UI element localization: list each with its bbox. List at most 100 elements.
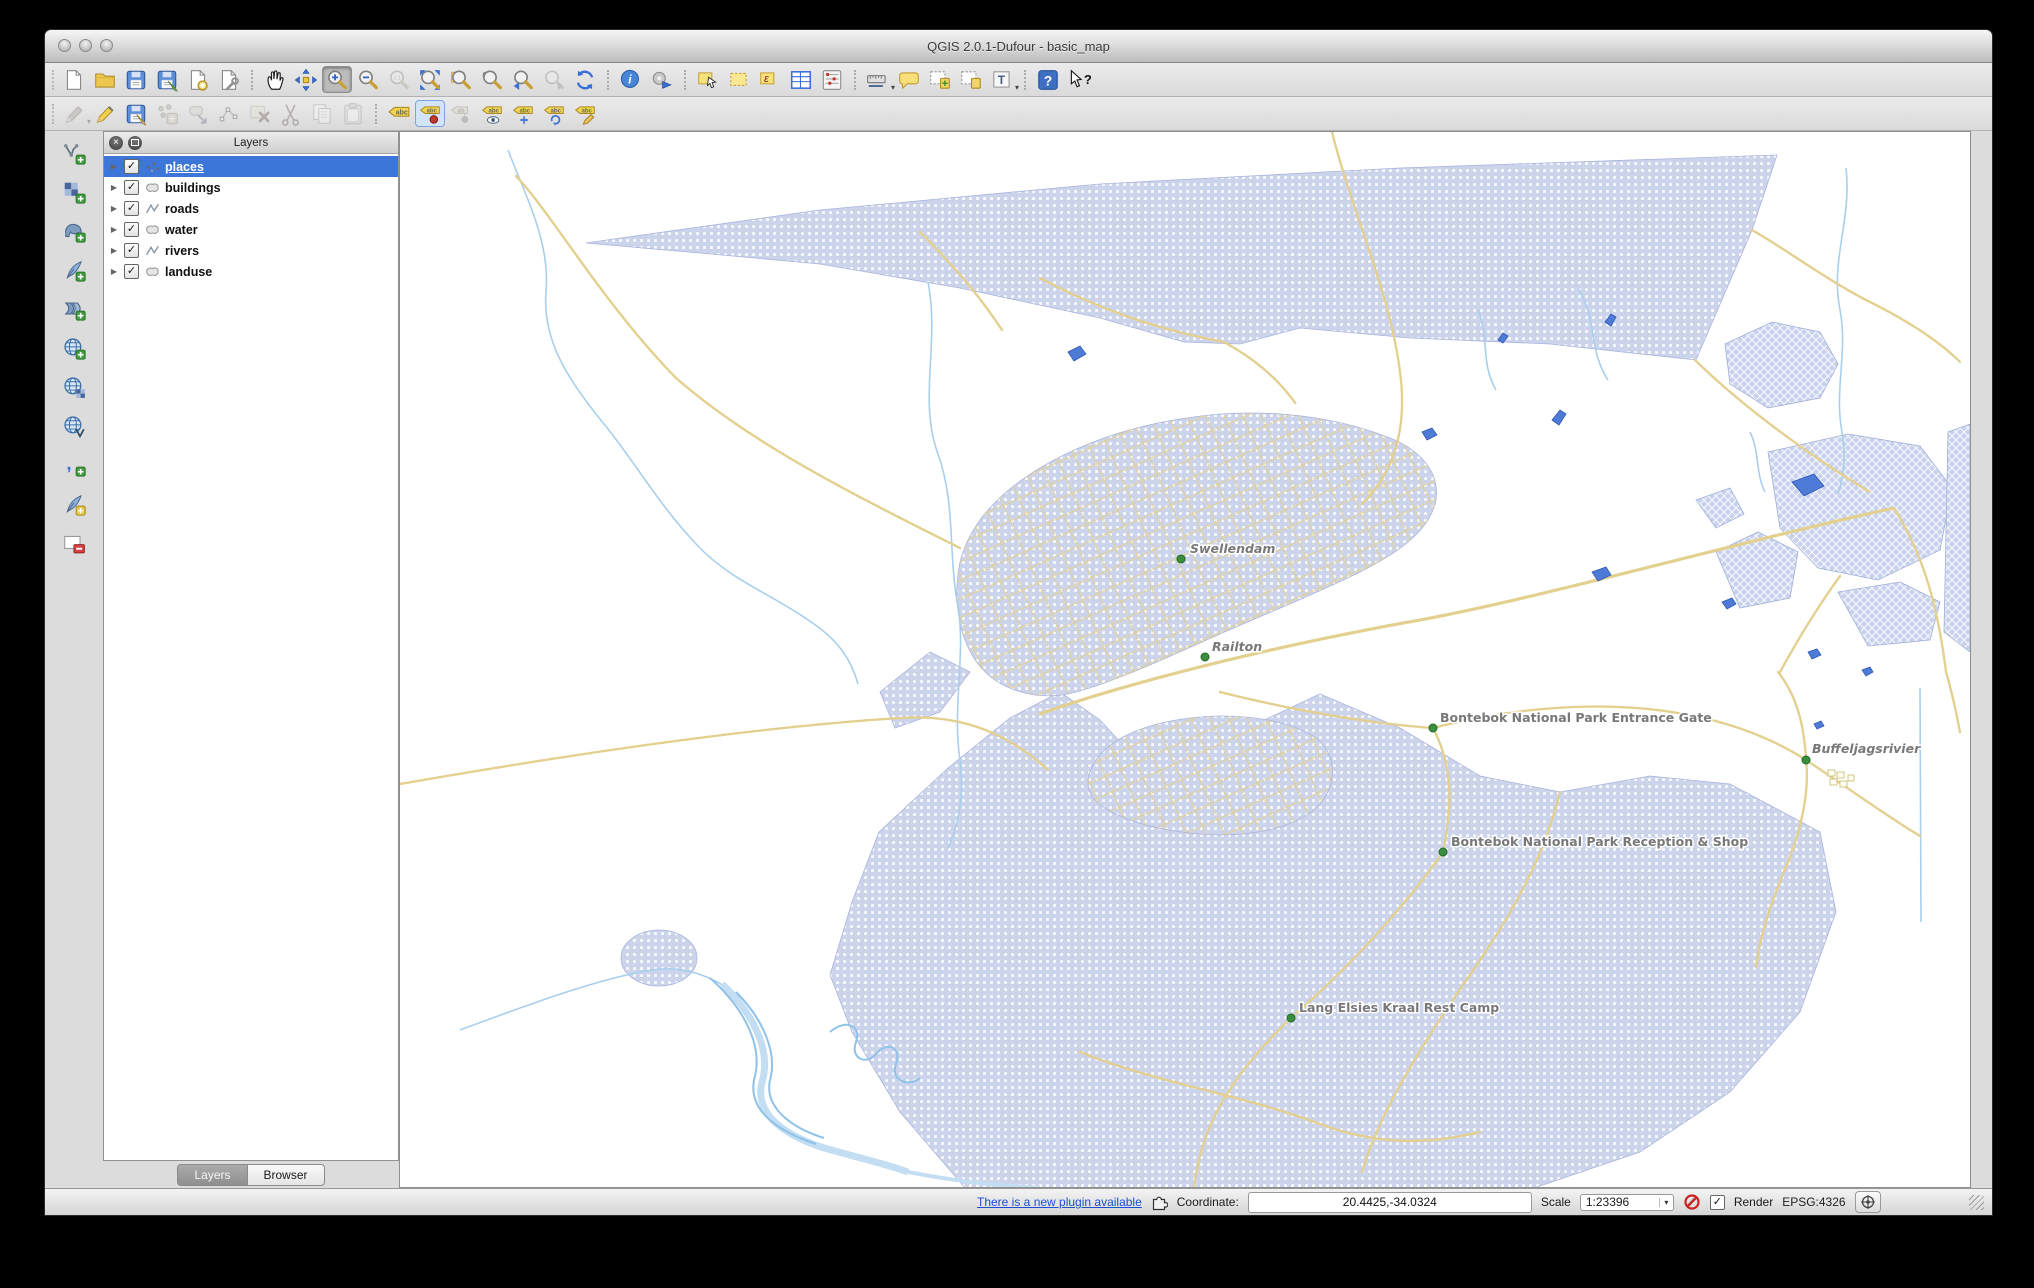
layer-checkbox[interactable]: ✓ (124, 243, 139, 258)
expander-icon[interactable]: ▶ (108, 204, 120, 213)
select-by-expression-icon[interactable]: ε (755, 66, 785, 93)
show-hide-labels-icon[interactable]: abc (477, 100, 507, 127)
zoom-actual-icon[interactable]: 1:1 (384, 66, 414, 93)
layer-item-water[interactable]: ▶ ✓ water (104, 219, 398, 240)
add-feature-icon[interactable] (152, 100, 182, 127)
minimize-button[interactable] (79, 39, 92, 52)
add-spatialite-layer-icon[interactable] (57, 254, 91, 286)
layer-checkbox[interactable]: ✓ (124, 180, 139, 195)
pan-map-icon[interactable] (260, 66, 290, 93)
save-project-as-icon[interactable] (152, 66, 182, 93)
move-feature-icon[interactable] (183, 100, 213, 127)
coordinate-input[interactable] (1247, 1191, 1532, 1213)
zoom-in-icon[interactable] (322, 66, 352, 93)
scale-combo[interactable]: 1:23396 ▾ (1579, 1193, 1674, 1211)
help-icon[interactable]: ? (1033, 66, 1063, 93)
copy-features-icon[interactable] (307, 100, 337, 127)
title-bar[interactable]: QGIS 2.0.1-Dufour - basic_map (45, 30, 1992, 63)
add-vector-layer-icon[interactable] (57, 137, 91, 169)
tab-browser[interactable]: Browser (247, 1163, 325, 1186)
identify-icon[interactable]: i (616, 66, 646, 93)
toolbar-separator (684, 69, 686, 90)
open-project-icon[interactable] (90, 66, 120, 93)
toolbar-drag-handle[interactable] (52, 103, 54, 124)
expander-icon[interactable]: ▶ (108, 246, 120, 255)
layer-item-places[interactable]: ▶ ✓ places (104, 156, 398, 177)
zoom-to-selection-icon[interactable] (446, 66, 476, 93)
change-label-icon[interactable]: abc (570, 100, 600, 127)
node-tool-icon[interactable] (214, 100, 244, 127)
new-spatialite-layer-icon[interactable] (57, 488, 91, 520)
zoom-to-layer-icon[interactable] (477, 66, 507, 93)
layer-item-buildings[interactable]: ▶ ✓ buildings (104, 177, 398, 198)
move-label-icon[interactable]: abc (508, 100, 538, 127)
add-delimited-text-icon[interactable]: , (57, 449, 91, 481)
layer-item-rivers[interactable]: ▶ ✓ rivers (104, 240, 398, 261)
plugin-available-link[interactable]: There is a new plugin available (977, 1195, 1142, 1209)
show-bookmarks-icon[interactable] (956, 66, 986, 93)
save-project-icon[interactable] (121, 66, 151, 93)
toolbar-drag-handle[interactable] (52, 69, 54, 90)
labeling-options-icon[interactable]: abc (384, 100, 414, 127)
layer-checkbox[interactable]: ✓ (124, 264, 139, 279)
deselect-features-icon[interactable] (724, 66, 754, 93)
delete-selected-icon[interactable] (245, 100, 275, 127)
zoom-last-icon[interactable] (508, 66, 538, 93)
select-features-icon[interactable] (693, 66, 723, 93)
stop-render-icon[interactable] (1683, 1193, 1701, 1211)
add-postgis-layer-icon[interactable] (57, 215, 91, 247)
layer-checkbox[interactable]: ✓ (124, 159, 139, 174)
current-edits-icon[interactable]: ▾ (59, 100, 91, 127)
pan-to-selection-icon[interactable] (291, 66, 321, 93)
crs-status-button[interactable] (1854, 1191, 1881, 1213)
map-canvas[interactable]: Swellendam Railton Bontebok National Park … (399, 131, 1971, 1188)
scale-dropdown-arrow-icon[interactable]: ▾ (1658, 1197, 1673, 1207)
map-tips-icon[interactable] (894, 66, 924, 93)
paste-features-icon[interactable] (338, 100, 368, 127)
new-composer-icon[interactable] (183, 66, 213, 93)
render-checkbox[interactable]: ✓ (1709, 1194, 1725, 1210)
zoom-next-icon[interactable] (539, 66, 569, 93)
map-svg[interactable]: Swellendam Railton Bontebok National Park … (400, 132, 1970, 1188)
text-annotation-icon[interactable]: T ▾ (987, 66, 1019, 93)
expander-icon[interactable]: ▶ (108, 225, 120, 234)
tab-layers[interactable]: Layers (177, 1163, 248, 1186)
add-mssql-layer-icon[interactable] (57, 293, 91, 325)
new-project-icon[interactable] (59, 66, 89, 93)
layer-item-landuse[interactable]: ▶ ✓ landuse (104, 261, 398, 282)
zoom-full-icon[interactable] (415, 66, 445, 93)
attribute-table-icon[interactable] (786, 66, 816, 93)
zoom-out-icon[interactable] (353, 66, 383, 93)
layer-item-roads[interactable]: ▶ ✓ roads (104, 198, 398, 219)
polygon-layer-icon (143, 180, 161, 195)
close-button[interactable] (58, 39, 71, 52)
add-wfs-layer-icon[interactable] (57, 410, 91, 442)
layer-checkbox[interactable]: ✓ (124, 222, 139, 237)
add-raster-layer-icon[interactable] (57, 176, 91, 208)
expander-icon[interactable]: ▶ (108, 267, 120, 276)
whats-this-icon[interactable]: ? (1064, 66, 1094, 93)
plugin-icon[interactable] (1151, 1194, 1168, 1211)
field-calculator-icon[interactable] (817, 66, 847, 93)
measure-icon[interactable]: ▾ (863, 66, 895, 93)
layer-checkbox[interactable]: ✓ (124, 201, 139, 216)
remove-layer-icon[interactable] (57, 527, 91, 559)
rotate-label-icon[interactable]: abc (539, 100, 569, 127)
add-wcs-layer-icon[interactable] (57, 371, 91, 403)
refresh-icon[interactable] (570, 66, 600, 93)
add-wms-layer-icon[interactable] (57, 332, 91, 364)
highlight-pinned-icon[interactable]: ab (446, 100, 476, 127)
composer-manager-icon[interactable] (214, 66, 244, 93)
zoom-button[interactable] (100, 39, 113, 52)
pin-labels-icon[interactable]: abc (415, 100, 445, 127)
save-edits-icon[interactable] (121, 100, 151, 127)
resize-grip[interactable] (1969, 1194, 1984, 1210)
svg-text:abc: abc (426, 107, 437, 114)
new-bookmark-icon[interactable] (925, 66, 955, 93)
cut-features-icon[interactable] (276, 100, 306, 127)
toggle-editing-icon[interactable] (90, 100, 120, 127)
dropdown-arrow-icon[interactable]: ▾ (1015, 83, 1019, 92)
feature-action-icon[interactable] (647, 66, 677, 93)
expander-icon[interactable]: ▶ (108, 183, 120, 192)
expander-icon[interactable]: ▶ (108, 162, 120, 171)
